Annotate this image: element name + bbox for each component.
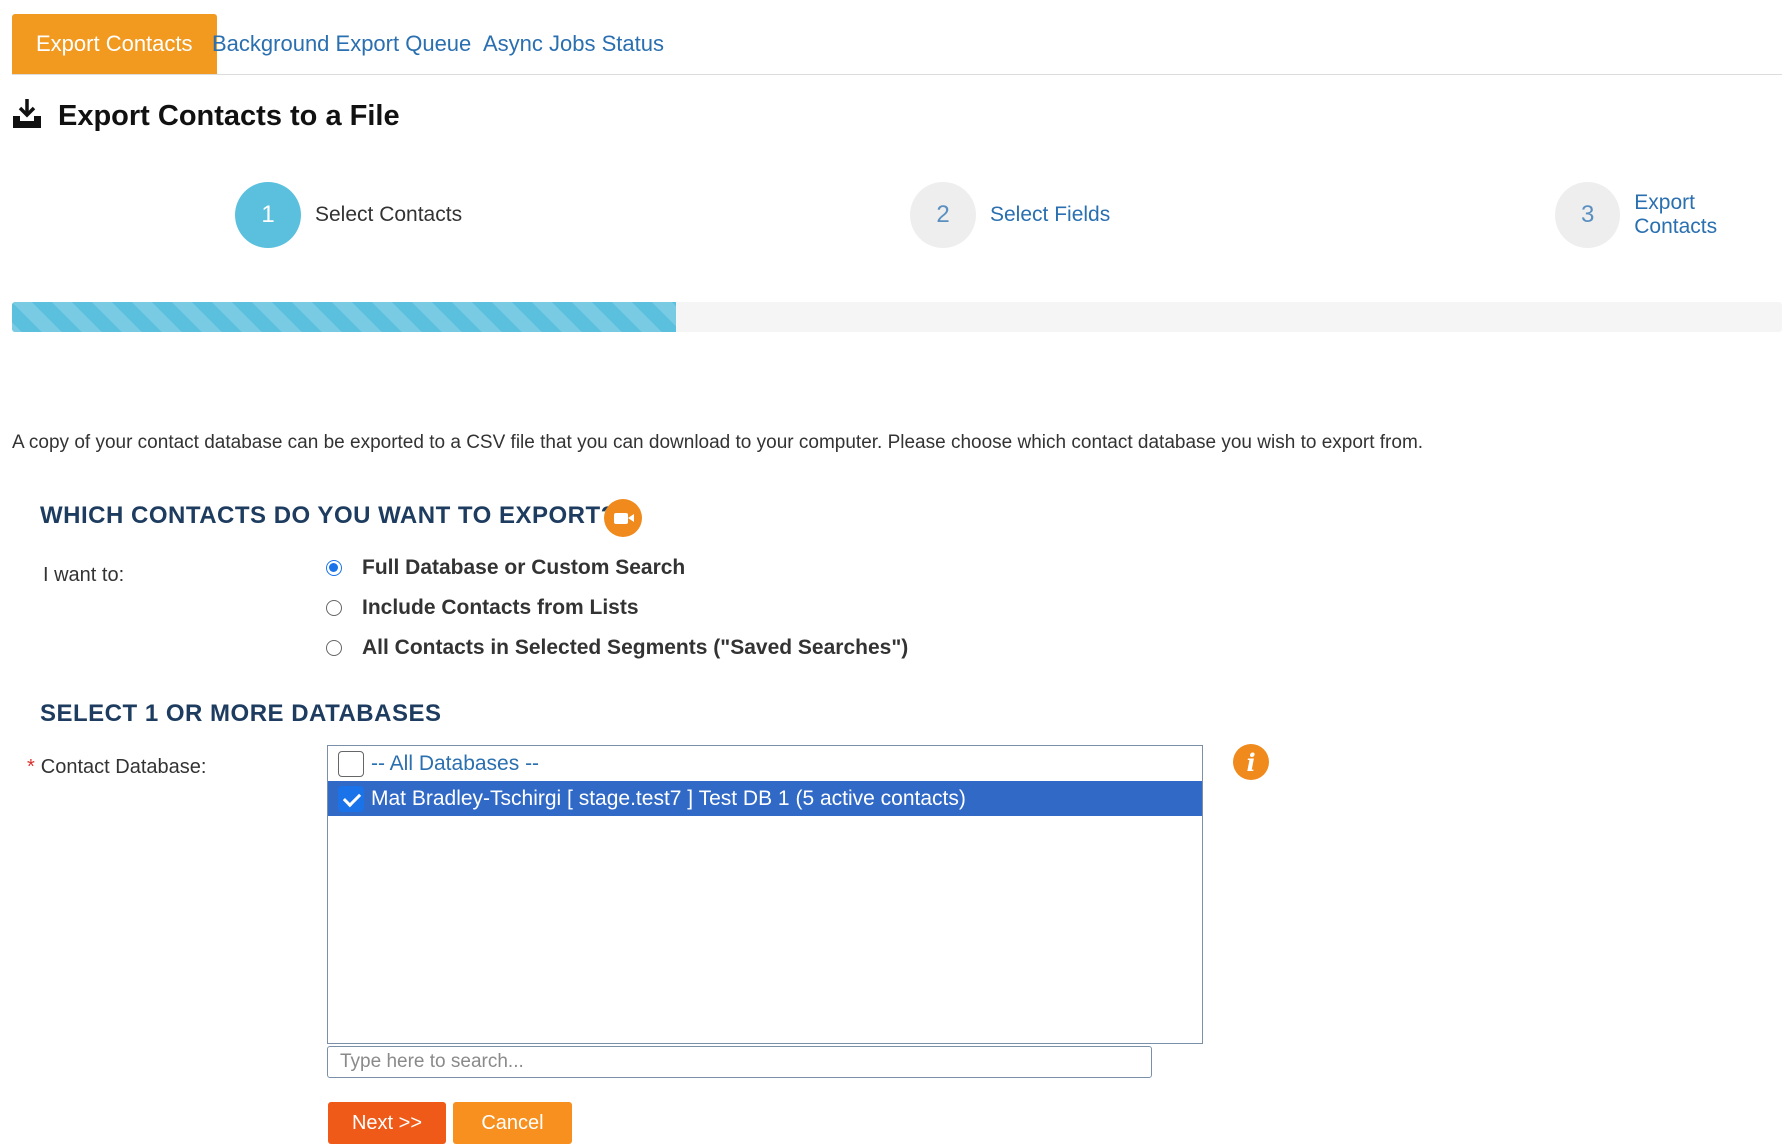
step-label: Select Fields — [990, 203, 1111, 226]
step-number: 3 — [1555, 182, 1621, 248]
database-option-all[interactable]: -- All Databases -- — [328, 746, 1202, 781]
database-multiselect[interactable]: -- All Databases -- Mat Bradley-Tschirgi… — [327, 745, 1203, 1044]
step-number: 1 — [235, 182, 301, 248]
radio-label: All Contacts in Selected Segments ("Save… — [362, 636, 909, 659]
radio-button[interactable] — [326, 640, 342, 656]
step-label: Export Contacts — [1634, 191, 1718, 238]
intro-text: A copy of your contact database can be e… — [12, 432, 1424, 453]
database-option-test-db-1[interactable]: Mat Bradley-Tschirgi [ stage.test7 ] Tes… — [328, 781, 1202, 816]
radio-include-lists[interactable]: Include Contacts from Lists — [326, 596, 639, 620]
select-databases-heading: SELECT 1 OR MORE DATABASES — [40, 700, 442, 727]
step-export-contacts[interactable]: 3 Export Contacts — [1555, 182, 1782, 248]
radio-label: Full Database or Custom Search — [362, 556, 686, 579]
wizard-progress-bar — [12, 302, 1782, 332]
i-want-to-label: I want to: — [43, 564, 125, 586]
step-select-fields[interactable]: 2 Select Fields — [910, 182, 1110, 248]
tab-bar: Export Contacts Background Export Queue … — [12, 14, 1782, 75]
checkbox[interactable] — [338, 750, 364, 777]
contact-database-label: * Contact Database: — [27, 756, 206, 779]
video-camera-icon[interactable] — [604, 499, 642, 537]
step-number: 2 — [910, 182, 976, 248]
step-label: Select Contacts — [315, 203, 463, 226]
database-option-label: Mat Bradley-Tschirgi [ stage.test7 ] Tes… — [371, 786, 966, 810]
required-marker: * — [27, 756, 35, 778]
tab-export-contacts[interactable]: Export Contacts — [12, 14, 217, 74]
page-header: Export Contacts to a File — [12, 98, 400, 134]
checkbox[interactable] — [338, 785, 364, 812]
database-option-label: -- All Databases -- — [371, 751, 540, 775]
radio-button[interactable] — [326, 560, 342, 576]
database-search-input[interactable] — [327, 1046, 1152, 1078]
progress-fill — [12, 302, 676, 332]
radio-button[interactable] — [326, 600, 342, 616]
next-button[interactable]: Next >> — [328, 1102, 446, 1144]
cancel-button[interactable]: Cancel — [453, 1102, 572, 1144]
step-select-contacts: 1 Select Contacts — [235, 182, 462, 248]
contact-database-label-text: Contact Database: — [40, 756, 207, 778]
download-tray-icon — [12, 98, 58, 135]
which-contacts-heading: WHICH CONTACTS DO YOU WANT TO EXPORT? — [40, 502, 616, 529]
radio-full-database[interactable]: Full Database or Custom Search — [326, 556, 685, 580]
radio-label: Include Contacts from Lists — [362, 596, 639, 619]
tab-background-export-queue[interactable]: Background Export Queue — [212, 14, 471, 74]
tab-async-jobs-status[interactable]: Async Jobs Status — [483, 14, 664, 74]
info-icon[interactable]: i — [1233, 744, 1269, 780]
page-title: Export Contacts to a File — [58, 99, 400, 132]
radio-selected-segments[interactable]: All Contacts in Selected Segments ("Save… — [326, 636, 908, 660]
